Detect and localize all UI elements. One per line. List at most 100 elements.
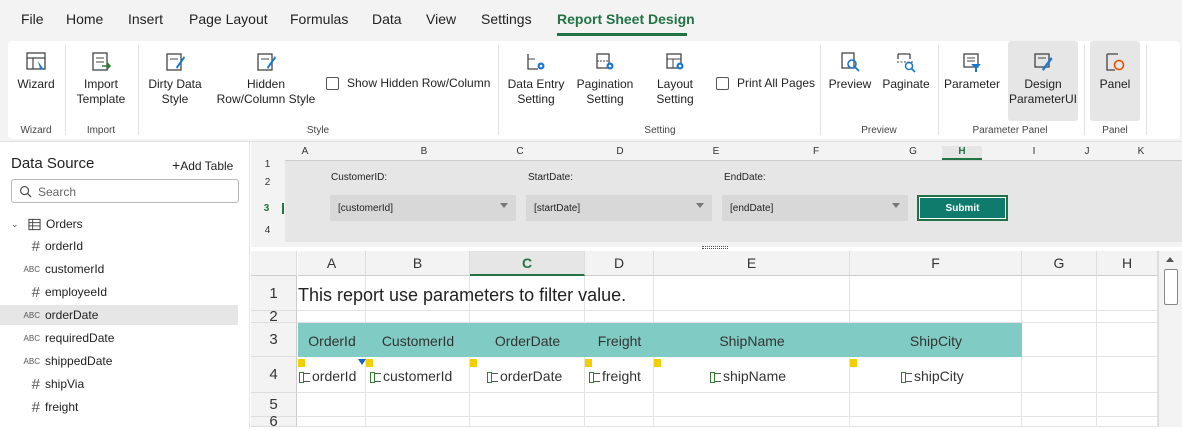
sheet-row-header[interactable]: 1	[251, 276, 297, 311]
menu-formulas[interactable]: Formulas	[290, 11, 348, 27]
param-row-header[interactable]: 3	[251, 203, 284, 214]
menu-data[interactable]: Data	[372, 11, 402, 27]
sheet-row-header[interactable]: 4	[251, 357, 297, 393]
field-binding-cell[interactable]: shipName	[710, 368, 786, 384]
sheet-column-header-c[interactable]: C	[470, 251, 585, 276]
sheet-row-header[interactable]: 3	[251, 323, 297, 357]
panel-splitter-handle[interactable]	[702, 246, 728, 249]
tree-table-orders[interactable]: ⌄ Orders	[0, 214, 238, 234]
param-column-header-j[interactable]: J	[1067, 146, 1107, 160]
param-row-header[interactable]: 4	[251, 225, 284, 236]
menu-view[interactable]: View	[426, 11, 456, 27]
submit-button[interactable]: Submit	[917, 195, 1008, 221]
sheet-column-header-f[interactable]: F	[850, 251, 1022, 276]
design-parameter-ui-icon	[1034, 53, 1053, 71]
field-label: freight	[45, 400, 79, 414]
param-column-header-i[interactable]: I	[1014, 146, 1054, 160]
field-item[interactable]: # shipVia	[0, 374, 238, 394]
preview-button[interactable]: Preview	[824, 41, 876, 121]
table-header-cell[interactable]: CustomerId	[366, 333, 470, 349]
scrollbar-thumb[interactable]	[1164, 269, 1178, 305]
print-all-pages-checkbox[interactable]: Print All Pages	[716, 76, 815, 90]
field-item[interactable]: ABC requiredDate	[0, 328, 238, 348]
data-entry-setting-button[interactable]: Data Entry Setting	[504, 41, 568, 121]
field-label: shipVia	[45, 377, 85, 391]
field-item[interactable]: ABC shippedDate	[0, 351, 238, 371]
group-label-panel: Panel	[1102, 125, 1128, 136]
sheet-column-header-g[interactable]: G	[1022, 251, 1097, 276]
field-binding-label: customerId	[383, 368, 453, 384]
param-column-header-f[interactable]: F	[796, 146, 836, 160]
hidden-row-column-style-button[interactable]: Hidden Row/Column Style	[214, 41, 318, 121]
search-input[interactable]: Search	[11, 179, 239, 203]
vertical-scrollbar[interactable]	[1158, 251, 1182, 427]
field-item[interactable]: ABC orderDate	[0, 305, 238, 325]
end-date-select[interactable]: [endDate]	[722, 195, 908, 221]
field-binding-cell[interactable]: orderId	[299, 368, 356, 384]
paginate-button[interactable]: Paginate	[878, 41, 934, 121]
table-header-cell[interactable]: ShipCity	[850, 333, 1022, 349]
param-column-header-h[interactable]: H	[942, 146, 982, 160]
sheet-row-header[interactable]: 2	[251, 309, 297, 324]
menu-insert[interactable]: Insert	[128, 11, 163, 27]
field-item[interactable]: # freight	[0, 397, 238, 417]
scroll-up-icon[interactable]	[1166, 257, 1174, 262]
field-binding-cell[interactable]: shipCity	[901, 368, 964, 384]
report-title-cell[interactable]: This report use parameters to filter val…	[298, 285, 626, 306]
sheet-row-header[interactable]: 6	[251, 414, 297, 429]
table-header-cell[interactable]: OrderDate	[470, 333, 585, 349]
import-template-button[interactable]: Import Template	[70, 41, 132, 121]
sheet-column-header-d[interactable]: D	[585, 251, 654, 276]
param-column-header-k[interactable]: K	[1121, 146, 1161, 160]
menu-settings[interactable]: Settings	[481, 11, 532, 27]
dirty-data-style-button[interactable]: Dirty Data Style	[142, 41, 208, 121]
checkbox-box[interactable]	[326, 76, 339, 90]
menu-file[interactable]: File	[21, 11, 44, 27]
select-all-corner[interactable]	[251, 251, 297, 276]
field-binding-cell[interactable]: customerId	[370, 368, 452, 384]
field-binding-cell[interactable]: freight	[589, 368, 641, 384]
param-column-header-d[interactable]: D	[600, 146, 640, 160]
param-column-header-b[interactable]: B	[404, 146, 444, 160]
panel-button[interactable]: Panel	[1090, 41, 1140, 121]
layout-setting-icon	[666, 53, 684, 70]
param-row-header[interactable]: 1	[251, 159, 284, 170]
param-column-header-a[interactable]: A	[285, 146, 325, 160]
sheet-column-header-h[interactable]: H	[1097, 251, 1158, 276]
chevron-down-icon[interactable]: ⌄	[11, 219, 22, 230]
param-column-header-g[interactable]: G	[893, 146, 933, 160]
menu-page-layout[interactable]: Page Layout	[189, 11, 268, 27]
paginate-label: Paginate	[882, 77, 930, 91]
menu-home[interactable]: Home	[66, 11, 103, 27]
table-header-cell[interactable]: OrderId	[298, 333, 366, 349]
menu-bar: File Home Insert Page Layout Formulas Da…	[0, 0, 1182, 38]
parameter-button[interactable]: Parameter	[942, 41, 1002, 121]
data-entry-setting-icon	[527, 54, 545, 70]
table-header-cell[interactable]: ShipName	[654, 333, 850, 349]
table-header-cell[interactable]: Freight	[585, 333, 654, 349]
sheet-column-header-e[interactable]: E	[654, 251, 850, 276]
design-parameter-ui-button[interactable]: Design ParameterUI	[1008, 41, 1078, 121]
show-hidden-row-column-checkbox[interactable]: Show Hidden Row/Column	[326, 76, 490, 90]
start-date-select[interactable]: [startDate]	[526, 195, 712, 221]
menu-report-sheet-design[interactable]: Report Sheet Design	[557, 11, 695, 27]
pagination-setting-button[interactable]: Pagination Setting	[572, 41, 638, 121]
layout-setting-button[interactable]: Layout Setting	[644, 41, 706, 121]
sheet-column-header-a[interactable]: A	[298, 251, 366, 276]
field-item[interactable]: # orderId	[0, 236, 238, 256]
checkbox-box[interactable]	[716, 76, 729, 90]
param-row-header[interactable]: 2	[251, 177, 284, 188]
param-column-header-c[interactable]: C	[500, 146, 540, 160]
group-divider	[138, 45, 139, 135]
wizard-button[interactable]: Wizard	[10, 41, 62, 121]
customer-id-select[interactable]: [customerId]	[330, 195, 516, 221]
field-binding-cell[interactable]: orderDate	[487, 368, 562, 384]
data-entry-setting-label: Data Entry Setting	[507, 77, 565, 106]
field-item[interactable]: ABC customerId	[0, 259, 238, 279]
param-column-header-e[interactable]: E	[696, 146, 736, 160]
report-sheet: ABCDEFGH 123456 This report use paramete…	[251, 251, 1182, 429]
preview-icon	[841, 52, 860, 72]
add-table-button[interactable]: +Add Table	[172, 157, 233, 173]
field-item[interactable]: # employeeId	[0, 282, 238, 302]
sheet-column-header-b[interactable]: B	[366, 251, 470, 276]
